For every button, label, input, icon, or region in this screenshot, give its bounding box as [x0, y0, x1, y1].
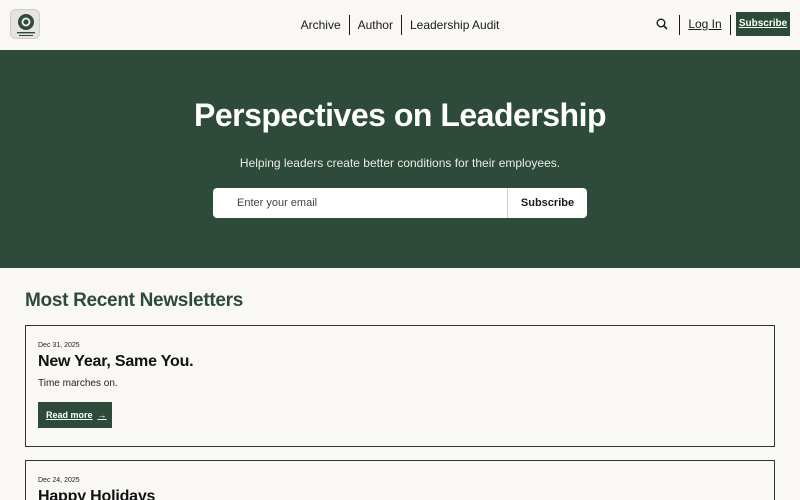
login-link[interactable]: Log In	[680, 14, 730, 34]
newsletter-card[interactable]: Dec 31, 2025 New Year, Same You. Time ma…	[25, 325, 775, 447]
post-date: Dec 31, 2025	[38, 342, 80, 349]
arrow-right-icon: →	[97, 410, 107, 420]
hero-subscribe-button[interactable]: Subscribe	[508, 188, 587, 218]
subscribe-form: Subscribe	[213, 188, 587, 218]
hero-subtitle: Helping leaders create better conditions…	[239, 156, 561, 170]
nav-leadership-audit[interactable]: Leadership Audit	[402, 15, 507, 35]
post-date: Dec 24, 2025	[38, 477, 80, 484]
email-input[interactable]	[213, 188, 507, 218]
read-more-button[interactable]: Read more →	[38, 402, 112, 428]
post-description: Time marches on.	[38, 378, 118, 389]
nav-author[interactable]: Author	[350, 15, 401, 35]
newsletter-card[interactable]: Dec 24, 2025 Happy Holidays	[25, 460, 775, 500]
hero-section: Perspectives on Leadership Helping leade…	[0, 50, 800, 268]
post-title[interactable]: New Year, Same You.	[38, 353, 194, 371]
post-title[interactable]: Happy Holidays	[38, 488, 155, 500]
read-more-label: Read more	[46, 410, 93, 420]
hero-title: Perspectives on Leadership	[193, 97, 607, 133]
nav-archive[interactable]: Archive	[293, 15, 349, 35]
site-header: Archive Author Leadership Audit Log In S…	[0, 0, 800, 50]
search-icon[interactable]	[655, 17, 669, 31]
header-divider	[730, 15, 731, 35]
header-subscribe-button[interactable]: Subscribe	[736, 12, 790, 36]
section-title: Most Recent Newsletters	[25, 290, 244, 311]
